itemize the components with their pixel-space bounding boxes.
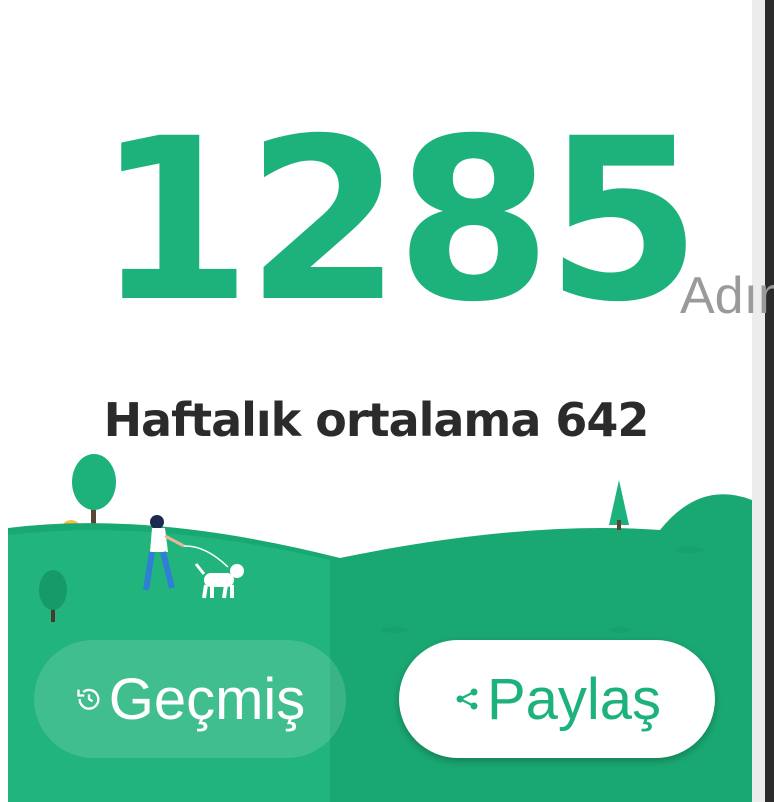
history-icon (75, 685, 103, 713)
screen-edge (752, 0, 765, 802)
share-button-label: Paylaş (486, 666, 662, 732)
step-count: 1285 (96, 90, 701, 351)
tree-crown (72, 454, 116, 510)
small-tree-crown (39, 570, 67, 610)
share-button[interactable]: Paylaş (399, 640, 715, 758)
device-frame-edge (765, 0, 774, 802)
pine-trunk (617, 520, 621, 530)
history-button-label: Geçmiş (108, 666, 306, 732)
grass-patch (610, 627, 630, 633)
history-button[interactable]: Geçmiş (34, 640, 346, 758)
pine-tree (609, 480, 629, 525)
share-icon (453, 685, 481, 713)
grass-patch (381, 627, 409, 633)
grass-patch (676, 547, 704, 553)
step-unit-label: Adım (680, 267, 774, 325)
